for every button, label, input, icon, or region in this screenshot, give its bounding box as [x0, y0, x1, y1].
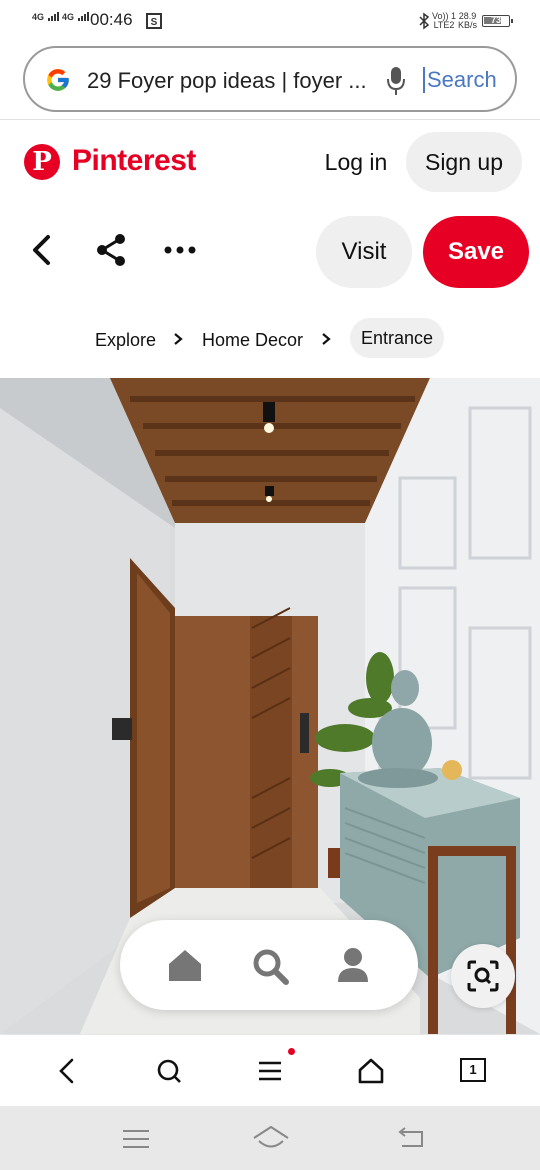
notification-dot [288, 1048, 295, 1055]
signup-button[interactable]: Sign up [406, 132, 522, 192]
tabs-button[interactable]: 1 [460, 1058, 486, 1082]
bluetooth-icon [419, 12, 430, 30]
breadcrumb-explore[interactable]: Explore [95, 330, 156, 351]
system-back-icon[interactable] [396, 1126, 426, 1150]
search-button[interactable]: Search [423, 67, 497, 93]
visit-button[interactable]: Visit [316, 216, 412, 288]
system-nav-bar [0, 1106, 540, 1170]
more-options-icon[interactable] [162, 232, 198, 268]
brand-name[interactable]: Pinterest [72, 144, 196, 178]
network-type-2: 4G [62, 12, 75, 22]
chevron-right-icon [174, 333, 183, 345]
login-button[interactable]: Log in [318, 132, 394, 192]
browser-search-icon[interactable] [155, 1057, 183, 1085]
mic-icon[interactable] [387, 66, 405, 96]
divider [0, 119, 540, 120]
clock: 00:46 [90, 10, 133, 29]
signal-icon: 4G [32, 12, 59, 22]
back-icon[interactable] [24, 232, 60, 268]
profile-icon[interactable] [336, 946, 370, 984]
breadcrumb-entrance[interactable]: Entrance [350, 318, 444, 358]
network-type-1: 4G [32, 12, 45, 22]
visual-search-icon [467, 960, 499, 992]
battery-icon: 73 [482, 15, 513, 27]
svg-text:S: S [151, 17, 158, 28]
battery-level: 73 [490, 15, 501, 25]
browser-bottom-bar [0, 1034, 540, 1106]
visual-search-button[interactable] [451, 944, 515, 1008]
volte-indicator: Vo)) 1 LTE2 [432, 11, 457, 30]
floating-nav-bar [120, 920, 418, 1010]
pinterest-logo-icon[interactable]: P [24, 144, 60, 180]
browser-back-icon[interactable] [54, 1057, 82, 1085]
chevron-right-icon [322, 333, 331, 345]
system-home-icon[interactable] [252, 1124, 290, 1152]
screenshot-icon: S [146, 13, 162, 29]
home-icon[interactable] [167, 947, 203, 983]
search-icon[interactable] [251, 947, 289, 985]
browser-home-icon[interactable] [357, 1057, 385, 1085]
status-bar: 4G 4G 00:46 S Vo)) 1 LTE2 28.9 KB/s 73 [0, 0, 540, 42]
save-button[interactable]: Save [423, 216, 529, 288]
google-logo-icon [47, 69, 69, 91]
breadcrumb-home-decor[interactable]: Home Decor [202, 330, 303, 351]
share-icon[interactable] [94, 232, 130, 268]
menu-icon[interactable] [256, 1057, 284, 1085]
search-query[interactable]: 29 Foyer pop ideas | foyer ... [87, 68, 377, 94]
browser-search-bar[interactable]: 29 Foyer pop ideas | foyer ... Search [23, 46, 517, 112]
recents-icon[interactable] [122, 1128, 150, 1150]
network-speed: 28.9 KB/s [458, 11, 478, 30]
signal-icon-2: 4G [62, 12, 89, 22]
